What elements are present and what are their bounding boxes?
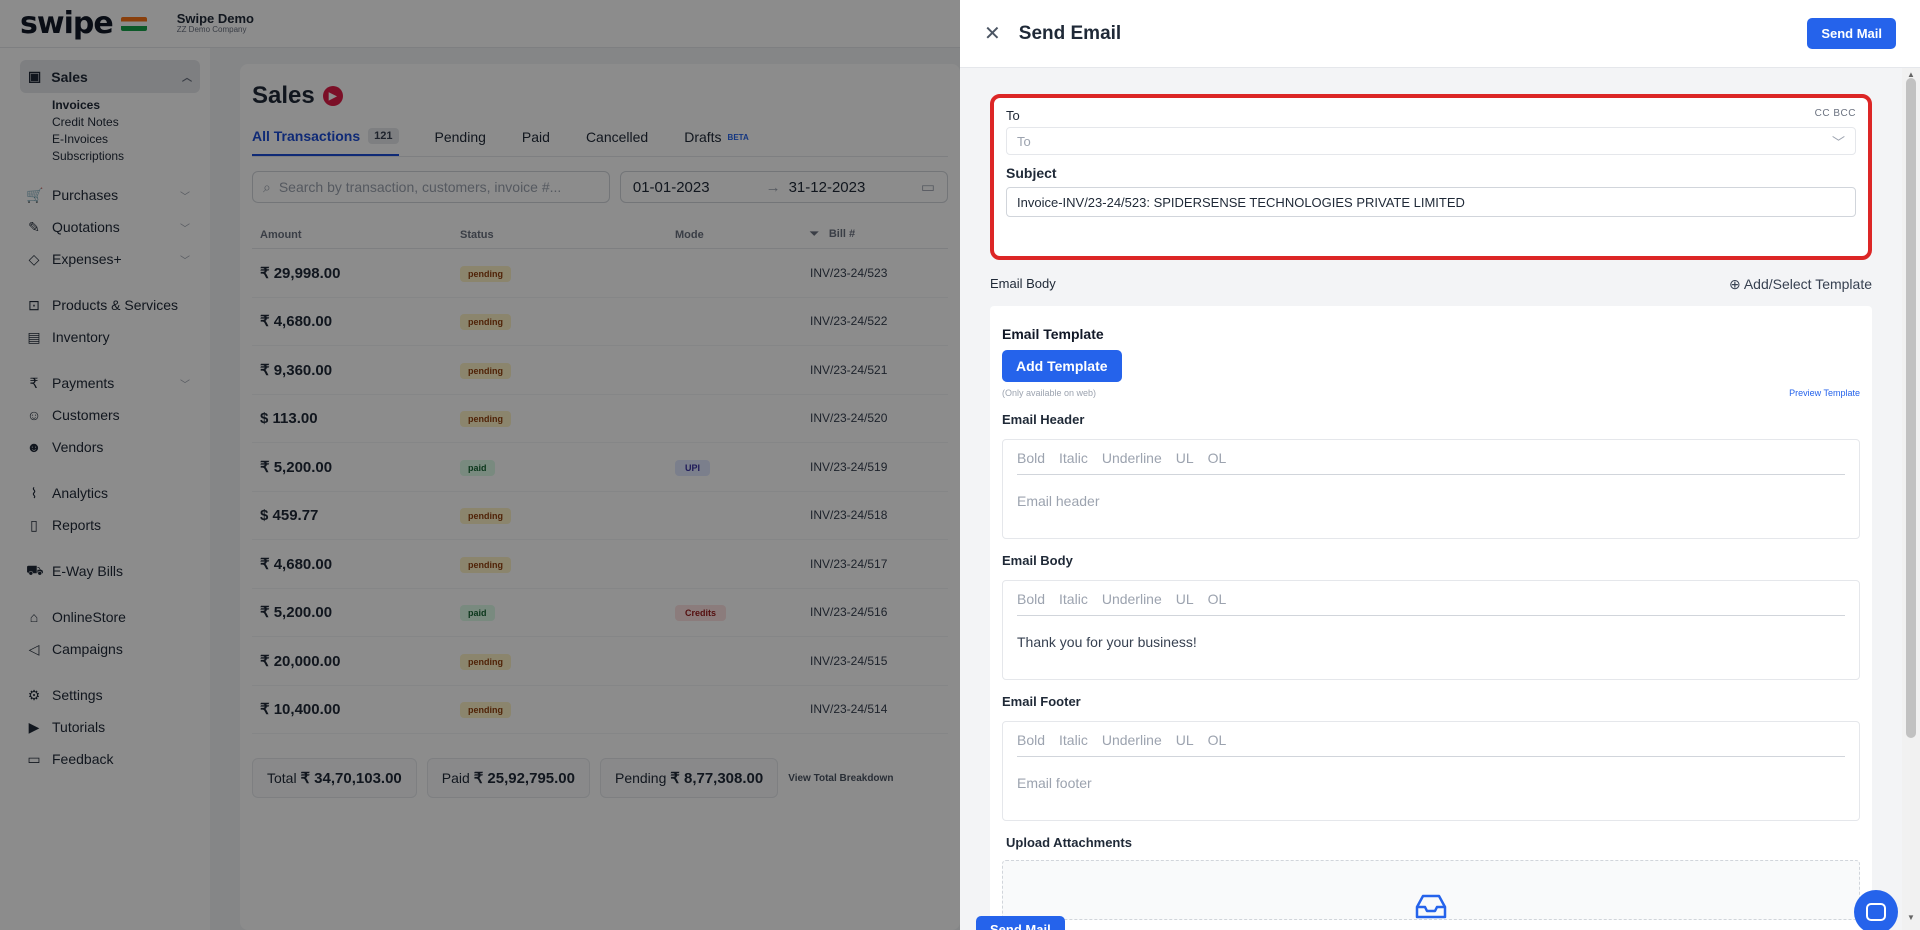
send-mail-button[interactable]: Send Mail	[1807, 18, 1896, 49]
bold-button[interactable]: Bold	[1017, 591, 1045, 607]
italic-button[interactable]: Italic	[1059, 591, 1088, 607]
email-body-section-label: Email Body	[990, 276, 1056, 291]
scrollbar-thumb[interactable]	[1906, 78, 1916, 738]
ol-button[interactable]: OL	[1208, 591, 1227, 607]
underline-button[interactable]: Underline	[1102, 591, 1162, 607]
chevron-down-icon: ﹀	[1831, 134, 1845, 150]
recipient-subject-box: To CC BCC To ﹀ Subject Invoice-INV/23-24…	[990, 94, 1872, 260]
send-email-drawer: ✕ Send Email Send Mail To CC BCC To ﹀ Su…	[960, 0, 1920, 930]
email-content-panel: Email Template Add Template (Only availa…	[990, 306, 1872, 930]
drawer-body: To CC BCC To ﹀ Subject Invoice-INV/23-24…	[960, 68, 1902, 930]
italic-button[interactable]: Italic	[1059, 732, 1088, 748]
upload-attachments-label: Upload Attachments	[1006, 835, 1132, 850]
subject-label: Subject	[1006, 165, 1057, 181]
underline-button[interactable]: Underline	[1102, 732, 1162, 748]
drawer-header: ✕ Send Email Send Mail	[960, 0, 1920, 68]
email-header-placeholder: Email header	[1017, 493, 1100, 509]
email-template-label: Email Template	[1002, 326, 1104, 342]
ul-button[interactable]: UL	[1176, 591, 1194, 607]
email-footer-editor[interactable]: Bold Italic Underline UL OL Email footer	[1002, 721, 1860, 821]
email-body-editor[interactable]: Bold Italic Underline UL OL Thank you fo…	[1002, 580, 1860, 680]
subject-field[interactable]: Invoice-INV/23-24/523: SPIDERSENSE TECHN…	[1006, 187, 1856, 217]
editor-toolbar: Bold Italic Underline UL OL	[1017, 450, 1845, 475]
editor-toolbar: Bold Italic Underline UL OL	[1017, 591, 1845, 616]
add-template-button[interactable]: Add Template	[1002, 350, 1122, 382]
underline-button[interactable]: Underline	[1102, 450, 1162, 466]
email-body-header: Email Body ⊕ Add/Select Template	[990, 276, 1872, 293]
web-only-hint: (Only available on web)	[1002, 388, 1097, 398]
drawer-title: Send Email	[1018, 22, 1122, 44]
email-footer-label: Email Footer	[1002, 694, 1081, 709]
email-header-label: Email Header	[1002, 412, 1085, 427]
preview-template-link[interactable]: Preview Template	[1789, 388, 1860, 398]
italic-button[interactable]: Italic	[1059, 450, 1088, 466]
email-header-editor[interactable]: Bold Italic Underline UL OL Email header	[1002, 439, 1860, 539]
send-mail-bottom-button[interactable]: Send Mail	[976, 916, 1065, 930]
subject-value: Invoice-INV/23-24/523: SPIDERSENSE TECHN…	[1017, 194, 1465, 210]
modal-overlay[interactable]	[0, 0, 960, 930]
close-icon[interactable]: ✕	[984, 21, 1001, 46]
ol-button[interactable]: OL	[1208, 732, 1227, 748]
chat-icon	[1866, 903, 1886, 921]
ul-button[interactable]: UL	[1176, 732, 1194, 748]
editor-toolbar: Bold Italic Underline UL OL	[1017, 732, 1845, 757]
email-body-text: Thank you for your business!	[1017, 634, 1197, 650]
upload-dropzone[interactable]	[1002, 860, 1860, 920]
to-label: To	[1006, 108, 1020, 123]
to-placeholder: To	[1017, 133, 1031, 149]
ul-button[interactable]: UL	[1176, 450, 1194, 466]
scroll-down-icon[interactable]: ▼	[1907, 913, 1915, 922]
to-field[interactable]: To ﹀	[1006, 127, 1856, 155]
bold-button[interactable]: Bold	[1017, 732, 1045, 748]
email-footer-placeholder: Email footer	[1017, 775, 1092, 791]
cc-bcc-toggle[interactable]: CC BCC	[1815, 108, 1856, 123]
drawer-scrollbar[interactable]: ▲ ▼	[1902, 68, 1920, 930]
inbox-icon	[1415, 894, 1447, 919]
email-body-label: Email Body	[1002, 553, 1073, 568]
add-select-template-label: Add/Select Template	[1743, 276, 1872, 292]
ol-button[interactable]: OL	[1208, 450, 1227, 466]
chat-support-button[interactable]	[1854, 890, 1898, 930]
plus-circle-icon: ⊕	[1728, 276, 1741, 292]
bold-button[interactable]: Bold	[1017, 450, 1045, 466]
add-select-template-link[interactable]: ⊕ Add/Select Template	[1729, 276, 1872, 293]
